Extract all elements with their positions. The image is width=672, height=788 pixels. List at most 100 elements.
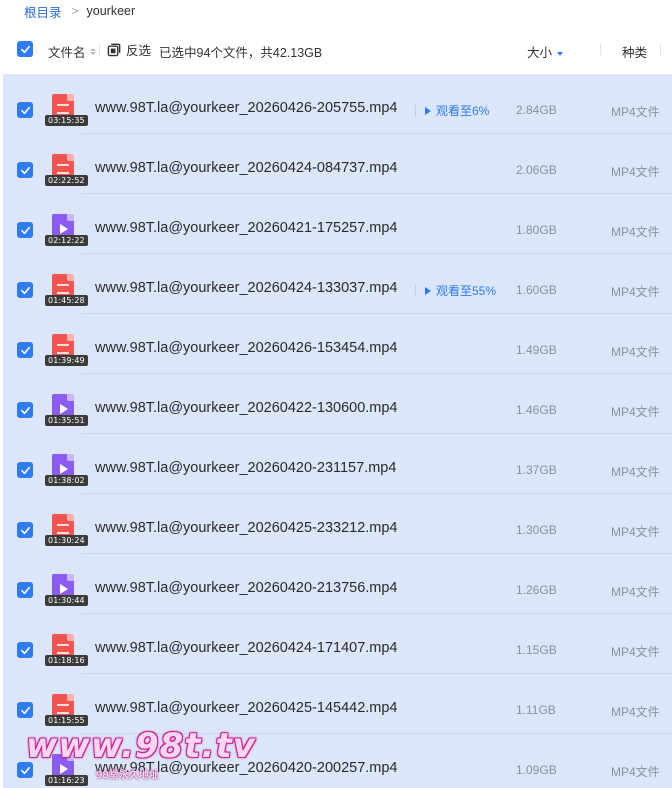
file-name[interactable]: www.98T.la@yourkeer_20260424-084737.mp4 [95,160,398,176]
file-row[interactable]: 03:15:35 www.98T.la@yourkeer_20260426-205… [3,74,672,134]
file-row[interactable]: 02:12:22 www.98T.la@yourkeer_20260421-175… [3,194,672,254]
checkmark-icon [20,766,30,774]
file-type: MP4文件 [611,765,660,779]
play-icon [425,106,431,115]
header-divider [660,43,661,55]
video-duration: 02:12:22 [45,235,88,246]
file-name[interactable]: www.98T.la@yourkeer_20260426-153454.mp4 [95,340,398,356]
file-size: 2.06GB [516,163,557,177]
file-type: MP4文件 [611,585,660,599]
checkmark-icon [20,526,30,534]
file-row[interactable]: 01:18:16 www.98T.la@yourkeer_20260424-171… [3,614,672,674]
invert-selection-button[interactable]: 反选 [107,40,151,59]
file-row[interactable]: 01:30:44 www.98T.la@yourkeer_20260420-213… [3,554,672,614]
invert-selection-icon [107,43,121,57]
video-thumbnail[interactable]: 01:30:24 [44,514,88,548]
selection-summary: 已选中94个文件，共42.13GB [159,46,323,60]
file-type: MP4文件 [611,405,660,419]
video-thumbnail[interactable]: 02:22:52 [44,154,88,188]
watermark-subtext: 98堂永久地址 [96,770,159,781]
file-name[interactable]: www.98T.la@yourkeer_20260424-171407.mp4 [95,640,398,656]
video-duration: 01:15:55 [45,715,88,726]
file-row[interactable]: 02:22:52 www.98T.la@yourkeer_20260424-084… [3,134,672,194]
file-row[interactable]: 01:39:49 www.98T.la@yourkeer_20260426-153… [3,314,672,374]
video-thumbnail[interactable]: 01:35:51 [44,394,88,428]
checkmark-icon [20,166,30,174]
file-size: 1.09GB [516,763,557,777]
video-thumbnail[interactable]: 03:15:35 [44,94,88,128]
video-thumbnail[interactable]: 01:18:16 [44,634,88,668]
video-duration: 01:35:51 [45,415,88,426]
row-checkbox[interactable] [17,462,33,478]
file-size: 1.37GB [516,463,557,477]
row-checkbox[interactable] [17,342,33,358]
file-name[interactable]: www.98T.la@yourkeer_20260425-145442.mp4 [95,700,398,716]
file-name[interactable]: www.98T.la@yourkeer_20260420-213756.mp4 [95,580,398,596]
file-type: MP4文件 [611,705,660,719]
watch-progress-label: 观看至6% [436,104,490,118]
row-checkbox[interactable] [17,582,33,598]
checkmark-icon [20,286,30,294]
select-all-checkbox[interactable] [17,41,33,57]
file-list-header: 文件名 反选 已选中94个文件，共42.13GB 大小 种类 [0,28,672,70]
file-row[interactable]: 01:30:24 www.98T.la@yourkeer_20260425-233… [3,494,672,554]
breadcrumb: 根目录 > yourkeer [24,0,135,22]
row-checkbox[interactable] [17,702,33,718]
file-type: MP4文件 [611,165,660,179]
row-checkbox[interactable] [17,522,33,538]
file-size: 1.60GB [516,283,557,297]
row-checkbox[interactable] [17,162,33,178]
video-duration: 01:39:49 [45,355,88,366]
file-name[interactable]: www.98T.la@yourkeer_20260426-205755.mp4 [95,100,398,116]
file-row[interactable]: 01:15:55 www.98T.la@yourkeer_20260425-145… [3,674,672,734]
video-thumbnail[interactable]: 02:12:22 [44,214,88,248]
checkmark-icon [20,406,30,414]
file-name[interactable]: www.98T.la@yourkeer_20260420-231157.mp4 [95,460,396,476]
resume-watch-button[interactable]: 观看至6% [415,102,489,119]
file-name[interactable]: www.98T.la@yourkeer_20260425-233212.mp4 [95,520,398,536]
breadcrumb-root-link[interactable]: 根目录 [24,2,62,21]
breadcrumb-current-folder: yourkeer [86,4,136,18]
file-row[interactable]: 01:38:02 www.98T.la@yourkeer_20260420-231… [3,434,672,494]
column-header-name[interactable]: 文件名 [48,42,96,61]
resume-watch-button[interactable]: 观看至55% [415,282,496,299]
checkmark-icon [20,226,30,234]
video-thumbnail[interactable]: 01:15:55 [44,694,88,728]
file-name[interactable]: www.98T.la@yourkeer_20260424-133037.mp4 [95,280,398,296]
video-duration: 01:18:16 [45,655,88,666]
watch-divider [415,284,416,297]
video-duration: 01:30:24 [45,535,88,546]
video-thumbnail[interactable]: 01:30:44 [44,574,88,608]
file-row[interactable]: 01:35:51 www.98T.la@yourkeer_20260422-130… [3,374,672,434]
video-thumbnail[interactable]: 01:38:02 [44,454,88,488]
row-checkbox[interactable] [17,102,33,118]
watermark-logo: www.98t.tv [26,726,256,766]
row-checkbox[interactable] [17,642,33,658]
breadcrumb-separator: > [71,4,79,18]
file-name[interactable]: www.98T.la@yourkeer_20260421-175257.mp4 [95,220,398,236]
row-checkbox[interactable] [17,282,33,298]
column-header-type[interactable]: 种类 [622,42,647,61]
file-size: 1.30GB [516,523,557,537]
checkmark-icon [20,706,30,714]
checkmark-icon [20,646,30,654]
row-checkbox[interactable] [17,402,33,418]
checkmark-icon [20,106,30,114]
checkmark-icon [20,466,30,474]
file-row[interactable]: 01:45:28 www.98T.la@yourkeer_20260424-133… [3,254,672,314]
column-header-size[interactable]: 大小 [527,42,564,61]
video-thumbnail[interactable]: 01:45:28 [44,274,88,308]
file-type: MP4文件 [611,105,660,119]
play-icon [425,286,431,295]
column-header-name-label: 文件名 [48,46,86,60]
row-checkbox[interactable] [17,222,33,238]
file-size: 1.15GB [516,643,557,657]
file-name[interactable]: www.98T.la@yourkeer_20260422-130600.mp4 [95,400,398,416]
watch-progress-label: 观看至55% [436,284,497,298]
file-size: 1.11GB [516,703,556,717]
video-duration: 01:16:23 [45,775,88,786]
video-thumbnail[interactable]: 01:39:49 [44,334,88,368]
watch-divider [415,104,416,117]
column-header-size-label: 大小 [527,46,553,60]
file-size: 1.26GB [516,583,557,597]
